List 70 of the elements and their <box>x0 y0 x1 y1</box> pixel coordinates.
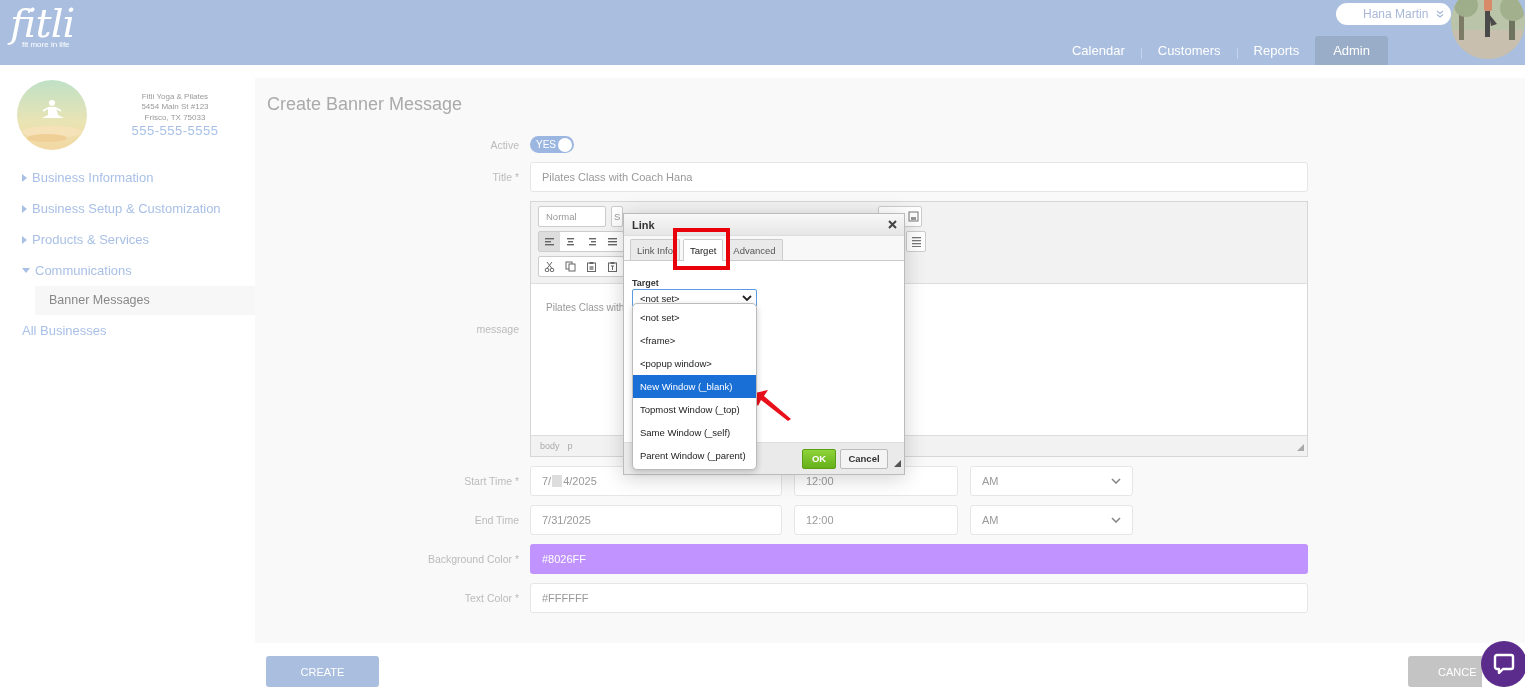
copy-icon <box>565 261 576 272</box>
dialog-tab[interactable]: Target <box>682 239 724 261</box>
field-label: Target <box>632 278 660 288</box>
business-name: Fitli Yoga & Pilates <box>141 91 209 103</box>
field-label: Background Color * <box>427 553 519 565</box>
redaction-mark <box>552 475 563 487</box>
align-left-icon <box>544 236 555 247</box>
cancel-button[interactable]: CANCE <box>1408 656 1482 687</box>
chat-button[interactable] <box>1481 641 1525 687</box>
dropdown-option[interactable]: <frame> <box>633 329 756 352</box>
nav-link[interactable]: Calendar <box>1056 36 1141 65</box>
sidebar-item[interactable]: All Businesses <box>0 315 255 346</box>
double-chevron-icon <box>1436 10 1445 18</box>
close-icon[interactable] <box>888 220 897 229</box>
field-label: End Time <box>474 514 519 526</box>
dialog-tab[interactable]: Link Info <box>630 239 680 260</box>
sidebar-item[interactable]: Communications <box>0 255 255 286</box>
format-dropdown[interactable]: Normal <box>538 206 606 227</box>
paste-text-icon <box>607 261 618 272</box>
nav-link[interactable]: Admin <box>1315 36 1388 65</box>
color-field[interactable]: #8026FF <box>530 544 1308 574</box>
text-field[interactable]: Pilates Class with Coach Hana <box>530 162 1308 192</box>
color-field[interactable]: #FFFFFF <box>530 583 1308 613</box>
cut-icon <box>544 261 555 272</box>
field-label: Title * <box>492 171 519 183</box>
period-dropdown[interactable]: AM <box>970 466 1133 496</box>
highlight-frame <box>673 228 730 270</box>
date-field[interactable]: 7/31/2025 <box>530 505 782 535</box>
dropdown-option[interactable]: New Window (_blank) <box>633 375 756 398</box>
sidebar-item[interactable]: Products & Services <box>0 224 255 255</box>
chevron-down-icon <box>1111 517 1121 523</box>
paste-icon <box>586 261 597 272</box>
time-field[interactable]: 12:00 <box>794 505 958 535</box>
align-right-icon <box>586 236 597 247</box>
dialog-title: Link <box>632 218 655 231</box>
chat-icon <box>1493 653 1515 675</box>
style-dropdown[interactable]: S <box>611 206 623 227</box>
business-address: 5454 Main St #123 <box>141 102 209 113</box>
justify-icon <box>607 236 618 247</box>
sidebar-item[interactable]: Business Setup & Customization <box>0 193 255 224</box>
element-path-link[interactable]: body <box>540 441 560 451</box>
resize-grip-icon <box>1297 444 1304 451</box>
dropdown-option[interactable]: <popup window> <box>633 352 756 375</box>
business-address: Frisco, TX 75033 <box>144 112 206 124</box>
nav-link[interactable]: Reports <box>1237 36 1316 65</box>
lines-icon <box>910 236 922 247</box>
align-center-icon <box>565 236 576 247</box>
chevron-down-icon <box>1111 478 1121 484</box>
toolbar-button[interactable] <box>539 232 560 251</box>
user-menu-button[interactable]: Hana Martin <box>1336 3 1451 25</box>
field-label: message <box>476 323 519 335</box>
chevron-down-icon <box>742 295 752 301</box>
create-button[interactable]: CREATE <box>266 656 379 687</box>
dropdown-option[interactable]: Same Window (_self) <box>633 421 756 444</box>
business-phone: 555-555-5555 <box>131 123 219 139</box>
ok-button[interactable]: OK <box>802 448 836 469</box>
dropdown-option[interactable]: <not set> <box>633 306 756 329</box>
sidebar-item[interactable]: Business Information <box>0 162 255 193</box>
sidebar-subitem[interactable]: Banner Messages <box>35 286 255 315</box>
field-label: Start Time * <box>464 475 519 487</box>
period-dropdown[interactable]: AM <box>970 505 1133 535</box>
cancel-button[interactable]: Cancel <box>840 448 888 469</box>
maximize-icon <box>908 211 919 222</box>
nav-link[interactable]: Customers <box>1141 36 1237 65</box>
element-path-link[interactable]: p <box>567 441 573 451</box>
dropdown-option[interactable]: Topmost Window (_top) <box>633 398 756 421</box>
page-title: Create Banner Message <box>267 93 464 116</box>
field-label: Active <box>490 138 519 151</box>
toggle-switch[interactable]: YES <box>530 136 574 153</box>
field-label: Text Color * <box>464 592 519 604</box>
